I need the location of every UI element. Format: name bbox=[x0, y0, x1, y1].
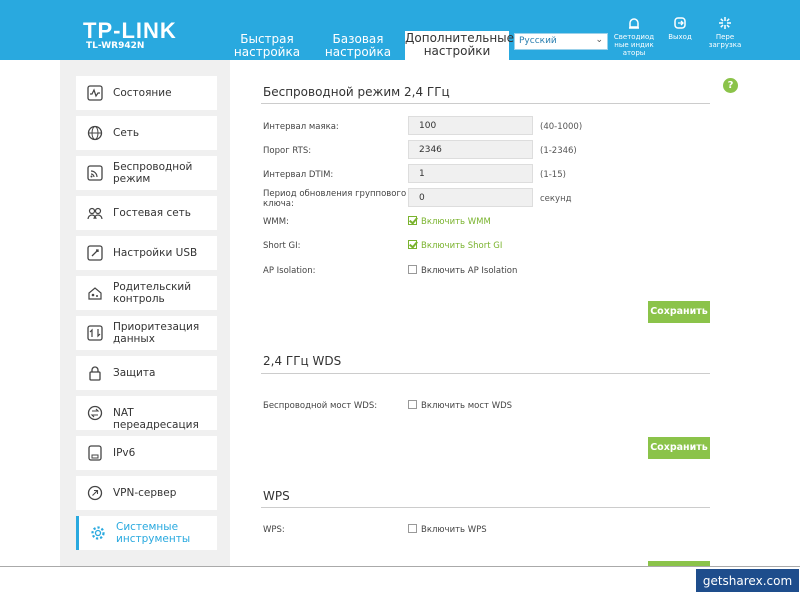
sidebar-item-network[interactable]: Сеть bbox=[76, 116, 217, 150]
wps-checkbox[interactable]: Включить WPS bbox=[408, 524, 487, 535]
wmm-checkbox[interactable]: Включить WMM bbox=[408, 216, 491, 227]
sidebar-item-vpn[interactable]: VPN-сервер bbox=[76, 476, 217, 510]
help-button[interactable]: ? bbox=[723, 78, 738, 93]
pulse-icon bbox=[87, 85, 103, 101]
reboot-icon bbox=[719, 17, 731, 29]
bottom-bar bbox=[0, 566, 800, 593]
section-title-wireless: Беспроводной режим 2,4 ГГц bbox=[263, 85, 450, 99]
led-button[interactable]: Светодиод ные индик аторы bbox=[612, 16, 656, 57]
checkbox-checked-icon bbox=[408, 216, 417, 225]
sidebar-item-usb[interactable]: Настройки USB bbox=[76, 236, 217, 270]
wps-label: WPS: bbox=[263, 525, 285, 535]
save-button-wds[interactable]: Сохранить bbox=[648, 437, 710, 459]
tab-advanced[interactable]: Дополнительные настройки bbox=[405, 31, 514, 60]
rts-threshold-input[interactable]: 2346 bbox=[408, 140, 533, 159]
divider bbox=[261, 103, 710, 104]
lock-icon bbox=[89, 366, 101, 381]
logout-button[interactable]: Выход bbox=[662, 16, 698, 41]
dtim-interval-input[interactable]: 1 bbox=[408, 164, 533, 183]
chevron-down-icon: ⌄ bbox=[595, 35, 603, 45]
nat-icon bbox=[87, 405, 103, 421]
sidebar-item-wireless[interactable]: Беспроводной режим bbox=[76, 156, 217, 190]
logout-icon bbox=[674, 17, 686, 29]
sidebar-item-parental[interactable]: Родительский контроль bbox=[76, 276, 217, 310]
beacon-label: Интервал маяка: bbox=[263, 122, 339, 132]
group-key-label: Период обновления группового ключа: bbox=[263, 189, 407, 209]
tab-quick-setup[interactable]: Быстрая настройка bbox=[232, 33, 302, 60]
sidebar-item-guest[interactable]: Гостевая сеть bbox=[76, 196, 217, 230]
tab-basic[interactable]: Базовая настройка bbox=[320, 33, 396, 60]
model-name: TL-WR942N bbox=[86, 41, 145, 51]
checkbox-unchecked-icon bbox=[408, 400, 417, 409]
checkbox-unchecked-icon bbox=[408, 524, 417, 533]
save-button-wireless[interactable]: Сохранить bbox=[648, 301, 710, 323]
sidebar-item-qos[interactable]: Приоритезация данных bbox=[76, 316, 217, 350]
usb-icon bbox=[87, 245, 103, 261]
sidebar-item-ipv6[interactable]: IPv6 bbox=[76, 436, 217, 470]
sidebar-item-security[interactable]: Защита bbox=[76, 356, 217, 390]
reboot-button[interactable]: Пере загрузка bbox=[704, 16, 746, 49]
gear-icon bbox=[91, 526, 105, 540]
wifi-icon bbox=[87, 165, 103, 181]
dtim-label: Интервал DTIM: bbox=[263, 170, 334, 180]
divider bbox=[261, 507, 710, 508]
wds-bridge-checkbox[interactable]: Включить мост WDS bbox=[408, 400, 512, 411]
short-gi-checkbox[interactable]: Включить Short GI bbox=[408, 240, 502, 251]
group-key-hint: секунд bbox=[540, 194, 572, 204]
wds-bridge-label: Беспроводной мост WDS: bbox=[263, 401, 378, 411]
rts-hint: (1-2346) bbox=[540, 146, 577, 156]
top-header: TP-LINK TL-WR942N Быстрая настройка Базо… bbox=[0, 0, 800, 60]
sidebar-item-status[interactable]: Состояние bbox=[76, 76, 217, 110]
vpn-icon bbox=[87, 485, 103, 501]
ap-isolation-checkbox[interactable]: Включить AP Isolation bbox=[408, 265, 517, 276]
beacon-interval-input[interactable]: 100 bbox=[408, 116, 533, 135]
led-icon bbox=[629, 18, 639, 29]
checkbox-checked-icon bbox=[408, 240, 417, 249]
beacon-hint: (40-1000) bbox=[540, 122, 583, 132]
sidebar-item-system-tools[interactable]: Системные инструменты bbox=[76, 516, 217, 550]
priority-icon bbox=[87, 325, 103, 341]
guest-icon bbox=[87, 207, 103, 220]
ap-isolation-label: AP Isolation: bbox=[263, 266, 316, 276]
checkbox-unchecked-icon bbox=[408, 265, 417, 274]
ipv6-icon bbox=[88, 445, 102, 461]
group-key-period-input[interactable]: 0 bbox=[408, 188, 533, 207]
sidebar-item-nat[interactable]: NAT переадресация bbox=[76, 396, 217, 431]
globe-icon bbox=[87, 125, 103, 141]
section-title-wps: WPS bbox=[263, 489, 290, 503]
dtim-hint: (1-15) bbox=[540, 170, 566, 180]
watermark: getsharex.com bbox=[695, 568, 800, 593]
wmm-label: WMM: bbox=[263, 217, 289, 227]
short-gi-label: Short GI: bbox=[263, 241, 301, 251]
parental-icon bbox=[88, 287, 102, 300]
divider bbox=[261, 373, 710, 374]
main-content bbox=[230, 60, 800, 566]
rts-label: Порог RTS: bbox=[263, 146, 312, 156]
language-select[interactable]: Русский ⌄ bbox=[514, 33, 608, 50]
section-title-wds: 2,4 ГГц WDS bbox=[263, 354, 342, 368]
